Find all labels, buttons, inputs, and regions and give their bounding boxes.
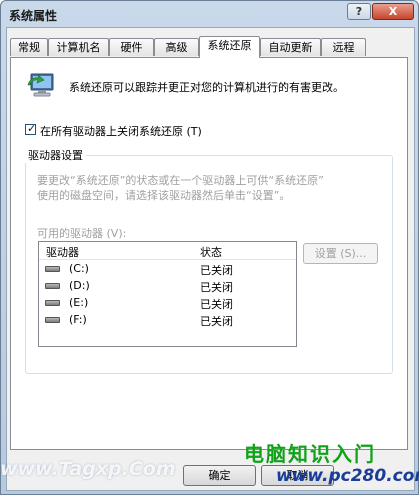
column-header-status[interactable]: 状态: [200, 244, 222, 260]
drive-status: 已关闭: [200, 281, 233, 294]
window-title: 系统属性: [9, 9, 58, 23]
watermark-right-url: www.pc280.com: [276, 466, 419, 486]
hard-drive-icon: [45, 317, 60, 323]
description-line-2: 使用的磁盘空间，请选择该驱动器然后单击“设置”。: [37, 189, 291, 202]
drive-name: (F:): [69, 313, 87, 326]
hard-drive-icon: [45, 283, 60, 289]
drive-settings-description: 要更改“系统还原”的状态或在一个驱动器上可供“系统还原” 使用的磁盘空间，请选择…: [37, 173, 324, 203]
list-item[interactable]: (F:) 已关闭: [39, 311, 296, 328]
drive-settings-title: 驱动器设置: [25, 147, 86, 163]
watermark-right-title: 电脑知识入门: [244, 442, 376, 466]
close-button[interactable]: X: [372, 3, 414, 20]
drive-name: (D:): [69, 279, 90, 292]
watermark-left: www.Tagxp.Com: [0, 458, 176, 480]
hard-drive-icon: [45, 266, 60, 272]
drive-name: (C:): [69, 262, 89, 275]
intro-text: 系统还原可以跟踪并更正对您的计算机进行的有害更改。: [69, 81, 344, 94]
disable-restore-checkbox[interactable]: ✓: [25, 122, 37, 135]
tab-automatic-updates[interactable]: 自动更新: [260, 38, 321, 56]
help-button[interactable]: ?: [347, 3, 371, 20]
hard-drive-icon: [45, 300, 60, 306]
list-item[interactable]: (E:) 已关闭: [39, 294, 296, 311]
drive-status: 已关闭: [200, 264, 233, 277]
available-drives-label: 可用的驱动器 (V):: [37, 227, 127, 240]
settings-button[interactable]: 设置 (S)...: [303, 243, 378, 264]
list-item[interactable]: (C:) 已关闭: [39, 260, 296, 277]
tab-general[interactable]: 常规: [10, 38, 48, 56]
drive-name: (E:): [69, 296, 89, 309]
tab-computer-name[interactable]: 计算机名: [48, 38, 109, 56]
column-header-drive[interactable]: 驱动器: [46, 244, 79, 260]
system-restore-panel: 系统还原可以跟踪并更正对您的计算机进行的有害更改。 ✓ 在所有驱动器上关闭系统还…: [10, 57, 408, 450]
tab-system-restore[interactable]: 系统还原: [199, 36, 260, 58]
system-properties-window: 系统属性 ? X 常规 计算机名 硬件 高级 系统还原 自动更新 远程 系统还原…: [0, 0, 419, 495]
system-restore-icon: [25, 70, 57, 102]
tab-advanced[interactable]: 高级: [154, 38, 199, 56]
dialog-client-area: 常规 计算机名 硬件 高级 系统还原 自动更新 远程 系统还原可以跟踪并更正对您…: [6, 27, 415, 491]
drives-list-header: 驱动器 状态: [39, 242, 296, 260]
drives-list[interactable]: 驱动器 状态 (C:) 已关闭 (D:) 已关闭 (E:) 已关闭 (F:) 已…: [38, 241, 297, 347]
checkmark-icon: ✓: [27, 122, 37, 135]
drive-status: 已关闭: [200, 315, 233, 328]
title-bar[interactable]: 系统属性 ? X: [1, 1, 418, 27]
watermark-right: 电脑知识入门 www.pc280.com: [244, 438, 419, 495]
tab-hardware[interactable]: 硬件: [109, 38, 154, 56]
list-item[interactable]: (D:) 已关闭: [39, 277, 296, 294]
drive-status: 已关闭: [200, 298, 233, 311]
description-line-1: 要更改“系统还原”的状态或在一个驱动器上可供“系统还原”: [37, 174, 324, 187]
disable-restore-label[interactable]: 在所有驱动器上关闭系统还原 (T): [40, 123, 202, 139]
tab-remote[interactable]: 远程: [321, 38, 366, 56]
